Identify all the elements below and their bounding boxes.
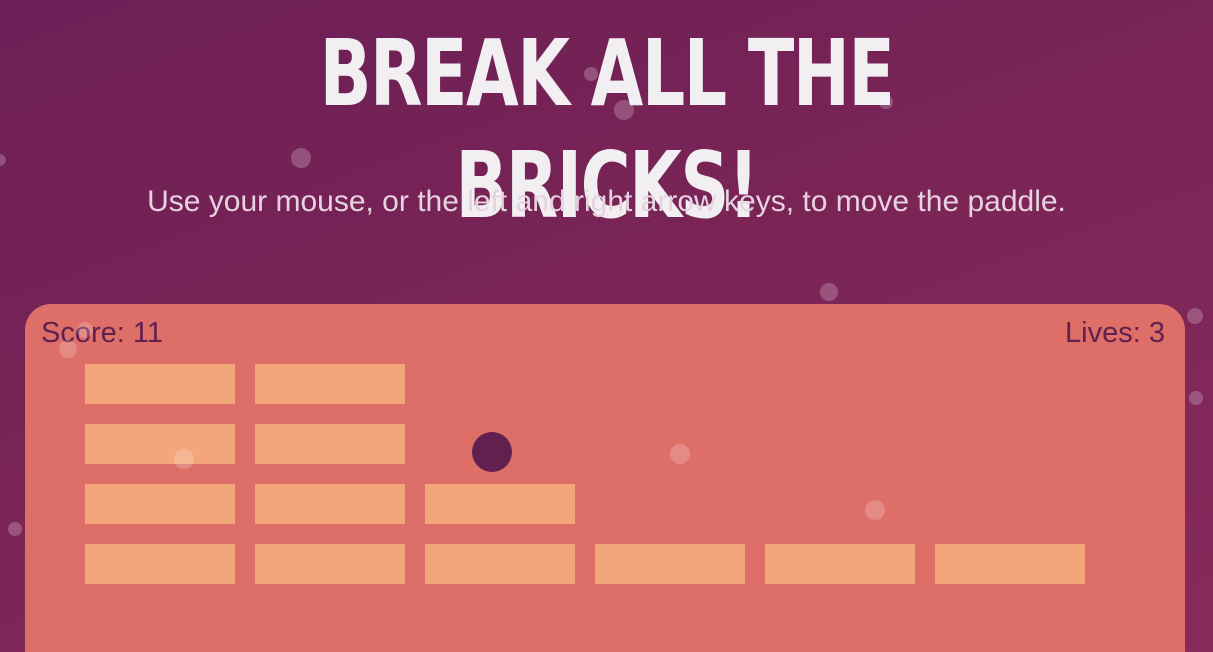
background-bubble [865,500,885,520]
background-bubble [614,100,634,120]
brick [595,544,745,584]
brick [85,484,235,524]
brick [255,364,405,404]
brick [255,484,405,524]
game-canvas[interactable]: Score: 11 Lives: 3 [25,304,1185,652]
background-bubble [820,283,838,301]
brick [255,544,405,584]
brick [85,364,235,404]
background-bubble [0,154,6,166]
background-bubble [291,148,311,168]
background-bubble [77,322,93,338]
background-bubble [584,67,598,81]
background-bubble [59,340,77,358]
brick [85,544,235,584]
background-bubble [670,444,690,464]
brick [255,424,405,464]
brick [425,484,575,524]
background-bubble [879,95,893,109]
brick [425,544,575,584]
instructions-text: Use your mouse, or the left and right ar… [147,185,1066,218]
background-bubble [174,449,194,469]
ball [472,432,512,472]
brick [935,544,1085,584]
background-bubble [1189,391,1203,405]
background-bubble [8,522,22,536]
background-bubble [1187,308,1203,324]
lives-display: Lives: 3 [1065,317,1165,349]
brick [765,544,915,584]
brick [85,424,235,464]
